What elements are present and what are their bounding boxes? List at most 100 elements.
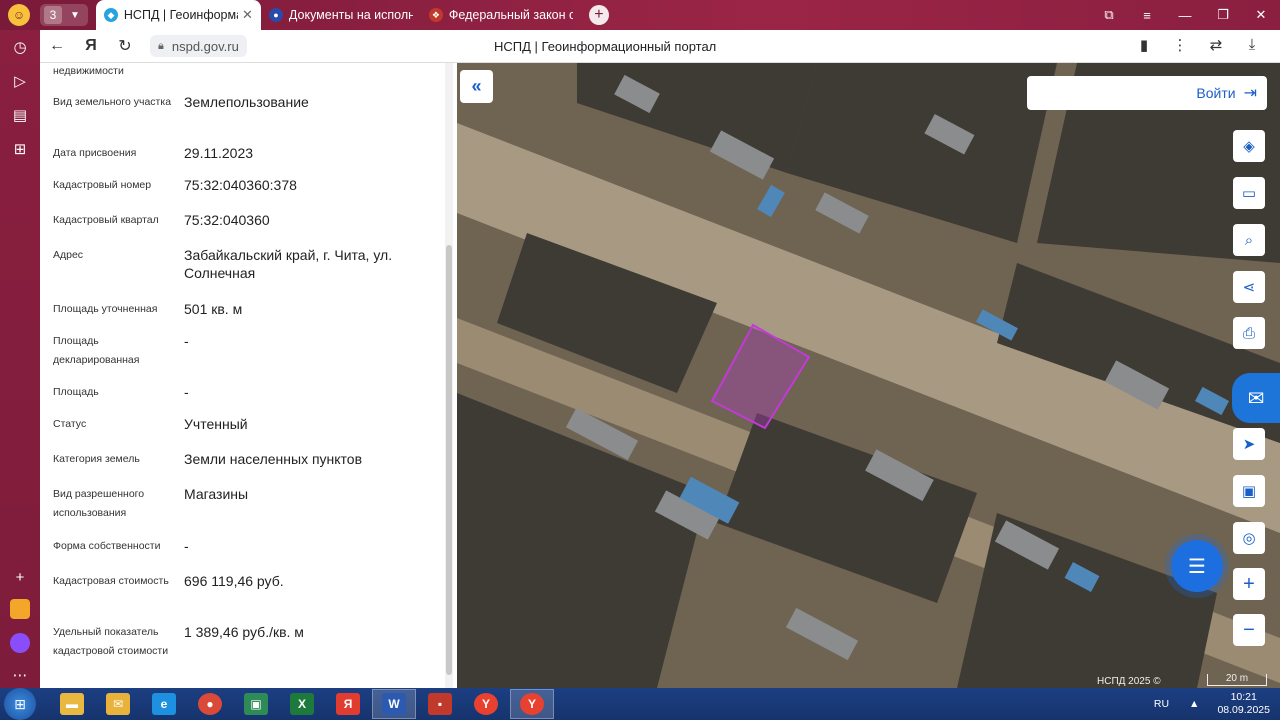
taskbar-mail[interactable]: ✉ [96,689,140,719]
tab-collection-icon[interactable]: ⧉ [1090,7,1128,23]
taskbar-yandex-browser-active[interactable]: Y [510,689,554,719]
satellite-imagery [457,63,1280,688]
close-icon[interactable]: ✕ [242,7,253,23]
close-window-icon[interactable]: ✕ [1242,7,1280,23]
tab-documents[interactable]: ● Документы на исполнение [261,0,421,30]
history-icon[interactable]: ◷ [0,30,40,64]
reload-icon[interactable]: ↻ [108,36,142,56]
more-icon[interactable]: ⋯ [0,658,40,692]
chat-icon: ☰ [1188,555,1206,578]
minimize-icon[interactable]: — [1166,8,1204,23]
search-area-button[interactable]: ⌕ [1233,224,1265,256]
print-button[interactable]: ⎙ [1233,317,1265,349]
clock-time: 10:21 [1230,691,1257,703]
restore-icon[interactable]: ❐ [1204,7,1242,23]
apps-icon[interactable]: ⊞ [0,132,40,166]
video-icon[interactable]: ▷ [0,64,40,98]
login-label: Войти [1196,85,1236,101]
info-value[interactable]: 75:32:040360:378 [184,176,424,194]
yandex-icon[interactable]: Я [74,37,108,55]
mail-icon[interactable] [0,592,40,626]
excel-icon: X [290,693,314,715]
back-icon[interactable]: ← [40,37,74,55]
info-label: Площадь [53,386,99,398]
taskbar-save[interactable]: ▪ [418,689,462,719]
ie-icon: e [152,693,176,715]
info-label: Категория земель [53,453,140,465]
start-button[interactable]: ⊞ [4,688,36,720]
taskbar-excel[interactable]: X [280,689,324,719]
panel-scrollbar[interactable] [445,63,453,688]
locate-button[interactable]: ➤ [1233,428,1265,460]
share-icon: ⋖ [1242,279,1256,296]
system-tray: RU ▲ 10:21 08.09.2025 [1154,688,1270,720]
chat-button[interactable]: ☰ [1171,540,1223,592]
ruler-icon: ▭ [1241,185,1257,202]
tab-title: Документы на исполнение [288,8,413,22]
login-arrow-icon: ⇥ [1243,85,1257,102]
info-label: Удельный показатель кадастровой стоимост… [53,626,169,657]
share-button[interactable]: ⋖ [1233,271,1265,303]
taskbar-word[interactable]: W [372,689,416,719]
ruler-button[interactable]: ▭ [1233,177,1265,209]
browser-logo-icon[interactable]: ☺ [8,4,30,26]
info-label: Площадь уточненная [53,303,158,315]
taskbar-explorer[interactable]: ▬ [50,689,94,719]
zoom-out-button[interactable]: − [1233,614,1265,646]
info-value: Магазины [184,486,249,502]
taskbar-ie[interactable]: e [142,689,186,719]
satellite-map[interactable]: « Войти ⇥ ◈ ▭ ⌕ ⋖ ⎙ ✉ ➤ ▣ ◎ + − ☰ НСПД 2… [457,63,1280,688]
lock-icon: 🔒︎ [158,39,164,52]
taskbar-app-green[interactable]: ▣ [234,689,278,719]
tab-nspd[interactable]: ◆ НСПД | Геоинформационный портал ✕ [95,0,261,30]
collections-icon[interactable]: ▤ [0,98,40,132]
folder-icon: ▬ [60,693,84,715]
translate-icon[interactable]: ⇄ [1198,36,1234,54]
windows-taskbar: ⊞ ▬ ✉ e ● ▣ X Я W ▪ Y Y RU ▲ 10:21 08.09… [0,688,1280,720]
clock[interactable]: 10:21 08.09.2025 [1217,691,1270,717]
browser-sidebar: ◷ ▷ ▤ ⊞ + ⋯ [0,30,40,688]
add-icon[interactable]: + [0,560,40,594]
minimap-button[interactable]: ▣ [1233,475,1265,507]
address-bar: ← Я ↻ 🔒︎ nspd.gov.ru НСПД | Геоинформаци… [40,30,1280,63]
tab-counter-button[interactable]: 3 ▼ [40,4,88,26]
url-field[interactable]: 🔒︎ nspd.gov.ru [150,35,247,57]
info-label: Кадастровый квартал [53,214,159,226]
bookmark-icon[interactable]: ▮ [1126,36,1162,54]
documents-favicon-icon: ● [268,8,283,22]
info-value: 696 119,46 руб. [184,573,284,589]
tray-expand-icon[interactable]: ▲ [1189,698,1199,710]
download-icon[interactable]: ⤓ [1234,36,1270,54]
alice-icon[interactable] [0,626,40,660]
yandex-browser-icon: Y [474,693,498,715]
taskbar-yandex-browser[interactable]: Y [464,689,508,719]
tab-count: 3 [44,6,62,24]
info-value[interactable]: 75:32:040360 [184,211,424,229]
info-value: - [184,384,189,400]
layers-button[interactable]: ◈ [1233,130,1265,162]
tab-title: Федеральный закон от 8 [448,8,573,22]
login-button[interactable]: Войти ⇥ [1027,76,1267,110]
collapse-panel-button[interactable]: « [460,70,493,103]
tab-title: НСПД | Геоинформационный портал [123,8,238,22]
minimap-icon: ▣ [1241,483,1257,500]
info-label: недвижимости [53,65,124,77]
minus-icon: − [1243,618,1255,641]
map-attribution: НСПД 2025 © [1097,676,1161,687]
tab-federal-law[interactable]: ❖ Федеральный закон от 8 [421,0,581,30]
taskbar-yandex[interactable]: Я [326,689,370,719]
gosuslugi-button[interactable]: ✉ [1232,373,1280,423]
zoom-in-button[interactable]: + [1233,568,1265,600]
chrome-icon: ● [198,693,222,715]
language-indicator[interactable]: RU [1154,698,1169,710]
app-window-icon: ▣ [244,693,268,715]
taskbar-chrome[interactable]: ● [188,689,232,719]
info-label: Дата присвоения [53,147,137,159]
info-label: Площадь декларированная [53,335,140,366]
scrollbar-thumb[interactable] [446,245,452,675]
more-vert-icon[interactable]: ⋮ [1162,36,1198,54]
locate-arrow-icon: ➤ [1242,436,1256,453]
new-tab-button[interactable]: + [588,5,609,25]
menu-icon[interactable]: ≡ [1128,8,1166,23]
geo-pin-button[interactable]: ◎ [1233,522,1265,554]
